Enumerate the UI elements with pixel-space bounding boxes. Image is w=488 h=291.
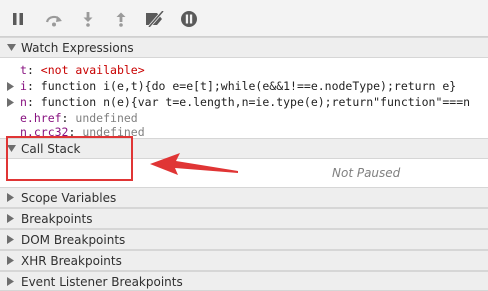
watch-value: function n(e){var t=e.length,n=ie.type(e… [40, 95, 471, 109]
section-title: Breakpoints [21, 212, 93, 226]
scope-variables-header[interactable]: Scope Variables [0, 187, 488, 208]
watch-value: undefined [75, 111, 138, 125]
watch-item[interactable]: t: <not available> [20, 63, 145, 77]
debugger-toolbar [0, 0, 488, 37]
section-title: Scope Variables [21, 191, 117, 205]
triangle-right-icon[interactable] [7, 98, 14, 107]
step-over-icon[interactable] [44, 11, 64, 27]
annotation-highlight-box [6, 136, 133, 181]
section-title: XHR Breakpoints [21, 254, 122, 268]
watch-expressions-list: t: <not available> i: function i(e,t){do… [0, 58, 488, 139]
section-title: Watch Expressions [21, 41, 134, 55]
deactivate-breakpoints-icon[interactable] [144, 11, 166, 27]
triangle-right-icon[interactable] [7, 82, 14, 91]
breakpoints-header[interactable]: Breakpoints [0, 208, 488, 229]
watch-item[interactable]: e.href: undefined [20, 111, 138, 125]
watch-name: n [20, 95, 27, 109]
pause-icon[interactable] [10, 11, 26, 27]
watch-name: e.href [20, 111, 62, 125]
watch-expressions-header[interactable]: Watch Expressions [0, 37, 488, 58]
triangle-right-icon [7, 193, 14, 202]
watch-item[interactable]: n: function n(e){var t=e.length,n=ie.typ… [20, 95, 470, 109]
section-title: Event Listener Breakpoints [21, 275, 183, 289]
xhr-breakpoints-header[interactable]: XHR Breakpoints [0, 250, 488, 271]
dom-breakpoints-header[interactable]: DOM Breakpoints [0, 229, 488, 250]
triangle-right-icon [7, 214, 14, 223]
section-title: DOM Breakpoints [21, 233, 126, 247]
pause-on-exceptions-icon[interactable] [180, 10, 198, 28]
step-out-icon[interactable] [113, 11, 129, 27]
annotation-arrow-icon [150, 153, 238, 175]
triangle-right-icon [7, 277, 14, 286]
step-into-icon[interactable] [80, 11, 96, 27]
event-listener-breakpoints-header[interactable]: Event Listener Breakpoints [0, 271, 488, 291]
not-paused-status: Not Paused [332, 166, 401, 180]
watch-name: t [20, 63, 27, 77]
triangle-right-icon [7, 235, 14, 244]
watch-value: function i(e,t){do e=e[t];while(e&&1!==e… [40, 79, 457, 93]
triangle-down-icon [7, 44, 16, 51]
triangle-right-icon [7, 256, 14, 265]
watch-value: <not available> [40, 63, 145, 77]
watch-item[interactable]: i: function i(e,t){do e=e[t];while(e&&1!… [20, 79, 456, 93]
watch-name: i [20, 79, 27, 93]
